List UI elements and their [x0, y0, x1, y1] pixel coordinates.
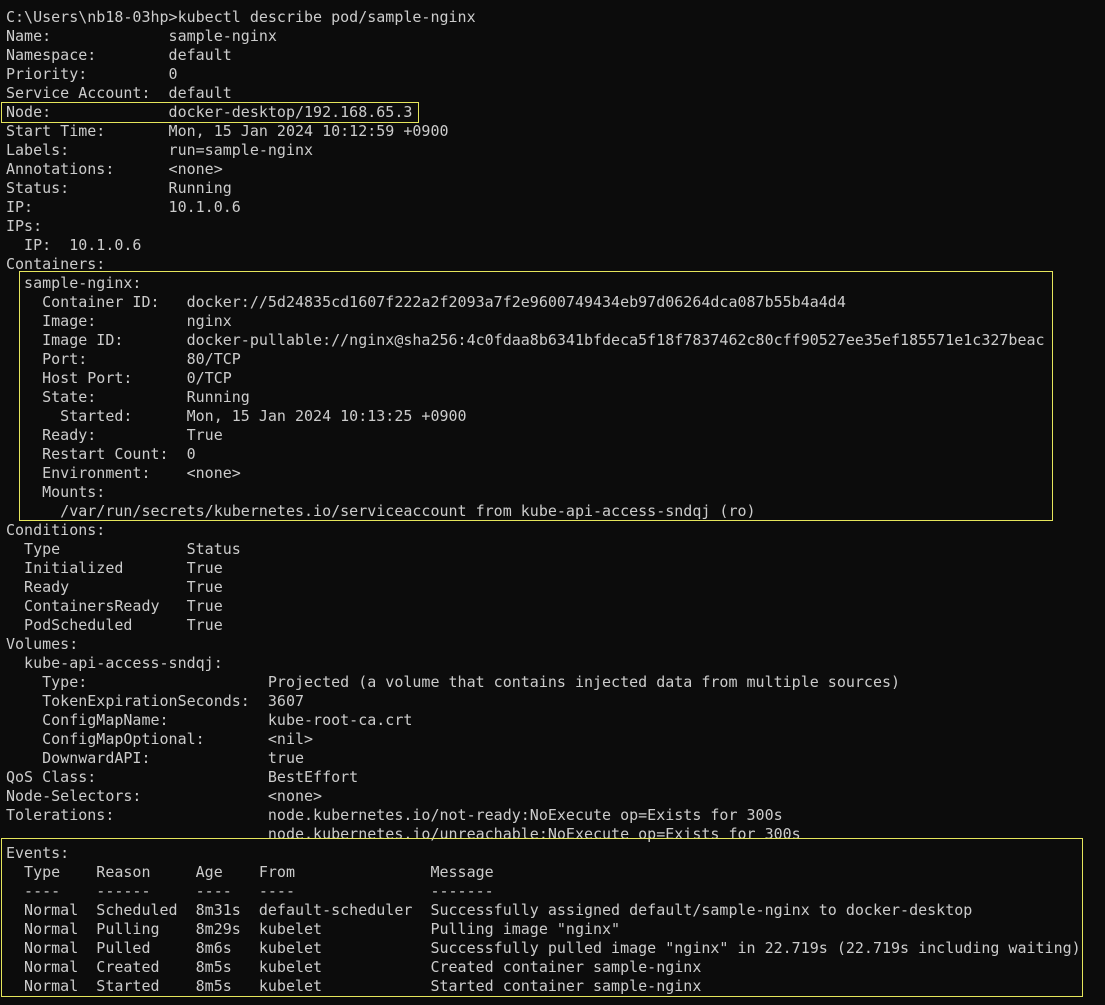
- condition-containers-ready-line: ContainersReady True: [6, 597, 223, 615]
- volume-configmap-name-line: ConfigMapName: kube-root-ca.crt: [6, 711, 413, 729]
- container-restart-count-line: Restart Count: 0: [6, 445, 196, 463]
- event-row: Normal Created 8m5s kubelet Created cont…: [6, 958, 702, 976]
- tolerations-continued-line: node.kubernetes.io/unreachable:NoExecute…: [6, 825, 801, 843]
- volume-configmap-optional-line: ConfigMapOptional: <nil>: [6, 730, 314, 748]
- qos-class-line: QoS Class: BestEffort: [6, 768, 359, 786]
- container-mount-entry-line: /var/run/secrets/kubernetes.io/serviceac…: [6, 502, 756, 520]
- event-row: Normal Scheduled 8m31s default-scheduler…: [6, 901, 973, 919]
- condition-initialized-line: Initialized True: [6, 559, 223, 577]
- container-image-id-line: Image ID: docker-pullable://nginx@sha256…: [6, 331, 1045, 349]
- container-id-line: Container ID: docker://5d24835cd1607f222…: [6, 293, 846, 311]
- containers-header-line: Containers:: [6, 255, 106, 273]
- ips-header-line: IPs:: [6, 217, 43, 235]
- namespace-line: Namespace: default: [6, 46, 232, 64]
- conditions-header-line: Conditions:: [6, 521, 106, 539]
- pod-name-line: Name: sample-nginx: [6, 27, 277, 45]
- event-row: Normal Started 8m5s kubelet Started cont…: [6, 977, 702, 995]
- terminal-window[interactable]: C:\Users\nb18-03hp>kubectl describe pod/…: [0, 0, 1105, 1005]
- events-separator-line: ---- ------ ---- ---- -------: [6, 882, 494, 900]
- container-started-line: Started: Mon, 15 Jan 2024 10:13:25 +0900: [6, 407, 467, 425]
- volume-type-line: Type: Projected (a volume that contains …: [6, 673, 901, 691]
- container-mounts-header-line: Mounts:: [6, 483, 106, 501]
- status-line: Status: Running: [6, 179, 232, 197]
- ip-line: IP: 10.1.0.6: [6, 198, 241, 216]
- event-row: Normal Pulled 8m6s kubelet Successfully …: [6, 939, 1081, 957]
- node-selectors-line: Node-Selectors: <none>: [6, 787, 323, 805]
- condition-pod-scheduled-line: PodScheduled True: [6, 616, 223, 634]
- tolerations-line: Tolerations: node.kubernetes.io/not-read…: [6, 806, 783, 824]
- labels-line: Labels: run=sample-nginx: [6, 141, 314, 159]
- container-name-line: sample-nginx:: [6, 274, 142, 292]
- volume-name-line: kube-api-access-sndqj:: [6, 654, 223, 672]
- volumes-header-line: Volumes:: [6, 635, 79, 653]
- container-port-line: Port: 80/TCP: [6, 350, 241, 368]
- priority-line: Priority: 0: [6, 65, 178, 83]
- condition-ready-line: Ready True: [6, 578, 223, 596]
- node-line: Node: docker-desktop/192.168.65.3: [6, 103, 413, 121]
- container-environment-line: Environment: <none>: [6, 464, 241, 482]
- container-image-line: Image: nginx: [6, 312, 232, 330]
- container-ready-line: Ready: True: [6, 426, 223, 444]
- event-row: Normal Pulling 8m29s kubelet Pulling ima…: [6, 920, 621, 938]
- volume-downward-api-line: DownwardAPI: true: [6, 749, 305, 767]
- container-state-line: State: Running: [6, 388, 250, 406]
- start-time-line: Start Time: Mon, 15 Jan 2024 10:12:59 +0…: [6, 122, 449, 140]
- annotations-line: Annotations: <none>: [6, 160, 223, 178]
- events-header-line: Events:: [6, 844, 70, 862]
- volume-token-expiration-line: TokenExpirationSeconds: 3607: [6, 692, 305, 710]
- service-account-line: Service Account: default: [6, 84, 232, 102]
- ips-entry-line: IP: 10.1.0.6: [6, 236, 142, 254]
- command-prompt-line: C:\Users\nb18-03hp>kubectl describe pod/…: [6, 8, 476, 26]
- container-host-port-line: Host Port: 0/TCP: [6, 369, 232, 387]
- conditions-column-header-line: Type Status: [6, 540, 241, 558]
- events-column-header-line: Type Reason Age From Message: [6, 863, 494, 881]
